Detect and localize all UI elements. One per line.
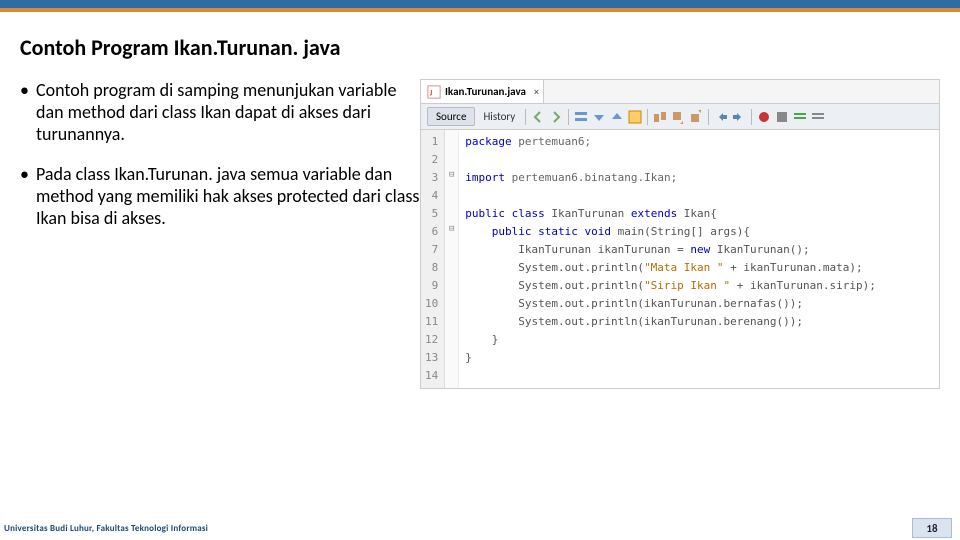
bullet-item: Contoh program di samping menunjukan var…	[20, 79, 420, 145]
footer-university: Universitas Budi Luhur, Fakultas Teknolo…	[4, 523, 208, 534]
code-lines[interactable]: package pertemuan6; import pertemuan6.bi…	[459, 130, 876, 388]
prev-bookmark-icon[interactable]	[670, 109, 686, 125]
bookmark-icon[interactable]	[652, 109, 668, 125]
history-button[interactable]: History	[477, 108, 521, 125]
line-gutter: 123 456 789 101112 1314	[421, 130, 445, 388]
footer: Universitas Budi Luhur, Fakultas Teknolo…	[0, 516, 960, 540]
file-tab[interactable]: J Ikan.Turunan.java ×	[421, 80, 544, 103]
slide-title: Contoh Program Ikan.Turunan. java	[0, 12, 960, 79]
code-area: 123 456 789 101112 1314 ⊟⊟ package perte…	[421, 130, 939, 388]
toolbar-separator	[647, 109, 648, 125]
editor-tab-bar: J Ikan.Turunan.java ×	[421, 80, 939, 104]
comment-icon[interactable]	[792, 109, 808, 125]
fold-column: ⊟⊟	[445, 130, 459, 388]
macro-record-icon[interactable]	[756, 109, 772, 125]
find-selection-icon[interactable]	[573, 109, 589, 125]
find-prev-icon[interactable]	[591, 109, 607, 125]
nav-back-icon[interactable]	[530, 109, 546, 125]
nav-fwd-icon[interactable]	[548, 109, 564, 125]
editor-toolbar: Source History	[421, 104, 939, 130]
toolbar-separator	[708, 109, 709, 125]
code-panel: J Ikan.Turunan.java × Source History	[420, 79, 940, 389]
uncomment-icon[interactable]	[810, 109, 826, 125]
shift-right-icon[interactable]	[731, 109, 747, 125]
toolbar-separator	[751, 109, 752, 125]
highlight-icon[interactable]	[627, 109, 643, 125]
bullet-item: Pada class Ikan.Turunan. java semua vari…	[20, 163, 420, 229]
svg-text:J: J	[430, 89, 433, 98]
source-button[interactable]: Source	[427, 107, 475, 126]
java-file-icon: J	[427, 85, 441, 99]
find-next-icon[interactable]	[609, 109, 625, 125]
toolbar-separator	[568, 109, 569, 125]
file-tab-label: Ikan.Turunan.java	[445, 85, 526, 98]
macro-stop-icon[interactable]	[774, 109, 790, 125]
close-icon[interactable]: ×	[534, 85, 539, 98]
bullet-column: Contoh program di samping menunjukan var…	[20, 79, 420, 389]
content-row: Contoh program di samping menunjukan var…	[0, 79, 960, 389]
next-bookmark-icon[interactable]	[688, 109, 704, 125]
top-blue-bar	[0, 0, 960, 8]
page-number: 18	[912, 518, 952, 538]
shift-left-icon[interactable]	[713, 109, 729, 125]
toolbar-separator	[525, 109, 526, 125]
